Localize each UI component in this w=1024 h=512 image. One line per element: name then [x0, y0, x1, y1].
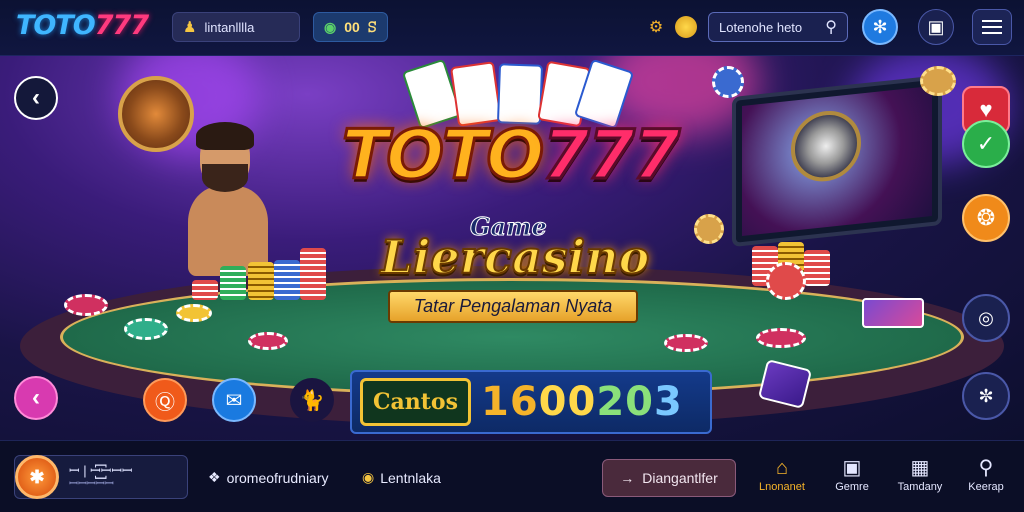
poker-chip: [756, 328, 806, 348]
gold-coin: [920, 66, 956, 96]
search-box[interactable]: Lotenohe heto ⚲: [708, 12, 848, 42]
bottom-link-2[interactable]: ◉ Lentnlaka: [362, 469, 441, 486]
gold-coin: [694, 214, 724, 244]
tab-search[interactable]: ⚲ Keerap: [956, 455, 1016, 493]
user-pill[interactable]: ♟ lintanlllla: [172, 12, 300, 42]
app-logo-icon: ✱: [15, 455, 59, 499]
hero-title: TOTO777: [300, 120, 720, 191]
dealer-hair: [196, 122, 254, 150]
coin-icon: ◉: [324, 18, 337, 35]
hero-title-part1: TOTO: [340, 116, 545, 195]
poker-chip: [664, 334, 708, 352]
jackpot-badge: Cantos: [360, 378, 471, 426]
app-tile-sub: ꟷꟷꟷꟷꟷ: [69, 478, 114, 491]
poker-chip: [248, 332, 288, 350]
search-icon: ⚲: [978, 457, 994, 479]
mail-game-icon[interactable]: ✉: [212, 378, 256, 422]
poker-chip: [124, 318, 168, 340]
tab-promo[interactable]: ▦ Tamdany: [890, 455, 950, 493]
poker-chip: [712, 66, 744, 98]
games-icon: ▣: [842, 457, 862, 479]
gold-coin-icon[interactable]: [675, 16, 697, 38]
bottom-bar: ✱ ꟷ | ꟷ꙱꙱ꟷꟷꟷ ꟷꟷꟷꟷꟷ ❖ oromeofrudniary ◉ L…: [0, 440, 1024, 512]
dice-decor: [862, 298, 924, 328]
bottom-link-1-label: oromeofrudniary: [226, 469, 329, 486]
cta-label: Diangantlfer: [642, 470, 718, 486]
cat-game-icon[interactable]: 🐈: [290, 378, 334, 422]
hero-tagline: Tatar Pengalaman Nyata: [388, 290, 638, 323]
user-icon: ♟: [183, 19, 197, 36]
slot-monitor-decor: [732, 74, 942, 248]
jackpot-digits: 16: [480, 379, 539, 425]
chip-stack: [274, 260, 300, 300]
poker-chip: [766, 262, 806, 300]
playing-cards-decor: [400, 58, 635, 130]
jackpot-digits: 3: [654, 379, 683, 425]
diamond-icon: ❖: [208, 469, 221, 485]
chip-game-icon[interactable]: Ⓠ: [143, 378, 187, 422]
menu-button[interactable]: [972, 9, 1012, 45]
menu-icon-bar: [982, 26, 1002, 28]
roulette-clock-decor: [118, 76, 194, 152]
search-icon[interactable]: ⚲: [825, 17, 837, 37]
jackpot-digits: 00: [538, 379, 597, 425]
logo-text-part2: 777: [94, 10, 149, 41]
sun-icon-button[interactable]: ❂: [962, 194, 1010, 242]
balance-pill[interactable]: ◉ 00 ꕶ: [313, 12, 388, 42]
tab-search-label: Keerap: [968, 481, 1004, 493]
chip-stack: [220, 266, 246, 300]
user-pill-label: lintanlllla: [204, 19, 255, 35]
menu-icon-bar: [982, 32, 1002, 34]
tab-home[interactable]: ⌂ Lnonanet: [752, 455, 812, 493]
chip-stack: [248, 262, 274, 300]
arrow-right-icon: →: [620, 470, 635, 486]
page-root: TOTO777 ♟ lintanlllla ◉ 00 ꕶ ⚙ Lotenohe …: [0, 0, 1024, 512]
search-input[interactable]: Lotenohe heto: [719, 20, 802, 35]
tab-games-label: Gemre: [835, 481, 869, 493]
prev-slide-button[interactable]: ‹: [14, 376, 58, 420]
camera-icon-button[interactable]: ▣: [918, 9, 954, 45]
bottom-link-2-label: Lentnlaka: [380, 469, 441, 486]
cta-button[interactable]: → Diangantlfer: [602, 459, 736, 497]
gear-icon[interactable]: ⚙: [643, 14, 669, 40]
balance-value: 00: [344, 19, 360, 35]
app-tile[interactable]: ✱ ꟷ | ꟷ꙱꙱ꟷꟷꟷ ꟷꟷꟷꟷꟷ: [14, 455, 188, 499]
hero-subtitle: Liercasino: [380, 230, 651, 284]
check-icon-button[interactable]: ✓: [962, 120, 1010, 168]
home-icon: ⌂: [775, 457, 789, 479]
menu-icon-bar: [982, 20, 1002, 22]
balance-suffix: ꕶ: [367, 18, 377, 35]
chip-stack: [804, 250, 830, 286]
dealer-beard: [202, 164, 248, 192]
jackpot-digits: 20: [596, 379, 654, 425]
top-bar: TOTO777 ♟ lintanlllla ◉ 00 ꕶ ⚙ Lotenohe …: [0, 0, 1024, 56]
target-icon-button[interactable]: ◎: [962, 294, 1010, 342]
hero-banner[interactable]: TOTO777 Game Liercasino Tatar Pengalaman…: [0, 56, 1024, 440]
brand-logo[interactable]: TOTO777: [16, 10, 149, 41]
poker-chip: [64, 294, 108, 316]
hero-title-part2: 777: [541, 116, 682, 195]
settings-icon-button[interactable]: ✼: [962, 372, 1010, 420]
jackpot-counter: 1600203: [481, 379, 683, 425]
back-arrow-button[interactable]: ‹: [14, 76, 58, 120]
tab-games[interactable]: ▣ Gemre: [822, 455, 882, 493]
jackpot-panel[interactable]: Cantos 1600203: [350, 370, 712, 434]
app-tile-label: ꟷ | ꟷ꙱꙱ꟷꟷꟷ: [69, 462, 133, 478]
chip-stack: [192, 280, 218, 300]
pin-icon: ◉: [362, 469, 375, 485]
logo-text-part1: TOTO: [16, 10, 96, 41]
bottom-link-1[interactable]: ❖ oromeofrudniary: [208, 469, 329, 486]
chip-stack: [300, 248, 326, 300]
poker-chip: [176, 304, 212, 322]
chip-icon-button[interactable]: ✻: [862, 9, 898, 45]
promo-icon: ▦: [910, 457, 930, 479]
tab-home-label: Lnonanet: [759, 481, 805, 493]
tab-promo-label: Tamdany: [897, 481, 943, 493]
